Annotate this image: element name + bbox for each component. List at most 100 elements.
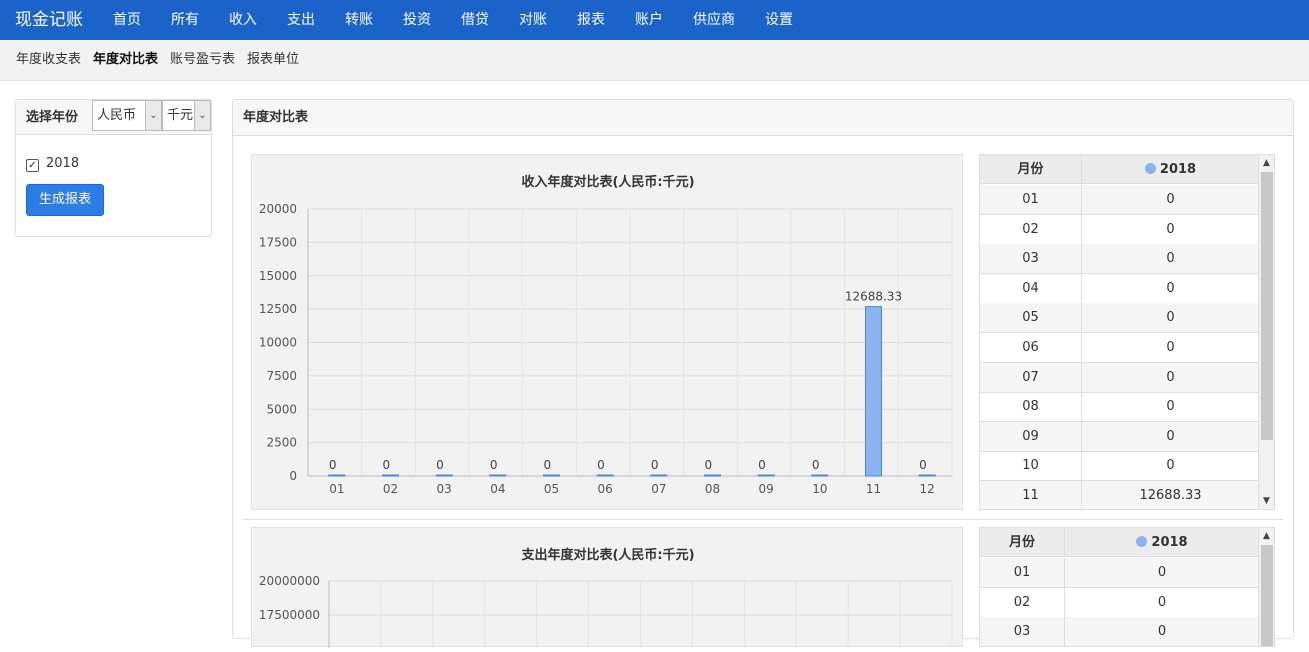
- bar-05[interactable]: [543, 474, 560, 477]
- expense-chart-title: 支出年度对比表(人民币:千元): [520, 547, 694, 563]
- x-tick-label: 02: [383, 482, 398, 496]
- bar-09[interactable]: [757, 474, 775, 477]
- nav-all[interactable]: 所有: [171, 0, 199, 40]
- bar-01[interactable]: [328, 474, 346, 477]
- table-row: 05 0: [980, 303, 1259, 334]
- nav-income[interactable]: 收入: [229, 0, 257, 40]
- subnav-annual-income-expense[interactable]: 年度收支表: [16, 40, 81, 80]
- year-checkbox-label: 2018: [46, 156, 80, 171]
- data-label: 0: [490, 458, 498, 472]
- scroll-up-icon[interactable]: ▲: [1259, 528, 1274, 544]
- generate-report-button[interactable]: 生成报表: [26, 184, 104, 216]
- x-tick-label: 04: [490, 482, 505, 496]
- table-row: 02 0: [980, 587, 1259, 618]
- nav-home[interactable]: 首页: [113, 0, 141, 40]
- subnav-account-profit-loss[interactable]: 账号盈亏表: [170, 40, 235, 80]
- data-label: 0: [812, 458, 820, 472]
- scroll-up-icon[interactable]: ▲: [1259, 155, 1274, 171]
- value-cell: 0: [1166, 458, 1175, 474]
- x-tick-label: 03: [437, 482, 452, 496]
- x-tick-label: 05: [544, 482, 559, 496]
- panel-title: 年度对比表: [243, 110, 309, 125]
- bar-06[interactable]: [596, 474, 614, 477]
- col-month-header: 月份: [980, 155, 1082, 183]
- brand-logo[interactable]: 现金记账: [15, 0, 83, 40]
- month-cell: 11: [980, 481, 1082, 509]
- table-row: 11 12688.33: [980, 481, 1259, 509]
- x-tick-label: 10: [812, 482, 827, 496]
- month-cell: 09: [980, 421, 1082, 451]
- chevron-down-icon: ⌄: [145, 101, 161, 130]
- income-data-table: 月份 2018 01 0 02 0 03 0 04 0 05 0 06 0 07 0 08 0 09 0 10 0 11…: [979, 154, 1275, 510]
- y-tick-label: 17500: [259, 235, 297, 249]
- subnav-report-unit[interactable]: 报表单位: [247, 40, 299, 80]
- month-cell: 04: [980, 273, 1082, 303]
- value-cell: 0: [1166, 310, 1175, 326]
- bar-02[interactable]: [382, 474, 399, 477]
- data-label: 0: [544, 458, 552, 472]
- nav-expense[interactable]: 支出: [287, 0, 315, 40]
- nav-settings[interactable]: 设置: [765, 0, 793, 40]
- value-cell: 0: [1157, 594, 1167, 610]
- table-scrollbar[interactable]: ▲ ▼: [1258, 155, 1274, 509]
- bar-11[interactable]: [865, 306, 882, 477]
- month-cell: 05: [980, 303, 1082, 333]
- nav-reports[interactable]: 报表: [577, 0, 605, 40]
- month-cell: 03: [980, 244, 1082, 274]
- value-cell: 0: [1166, 428, 1175, 444]
- scroll-thumb[interactable]: [1261, 172, 1273, 440]
- table-header: 月份 2018: [980, 155, 1259, 184]
- value-cell: 0: [1166, 369, 1175, 385]
- data-label: 0: [705, 458, 713, 472]
- value-cell: 0: [1166, 340, 1175, 355]
- table-row: 01 0: [980, 185, 1259, 215]
- bar-07[interactable]: [650, 474, 668, 477]
- series-name: 2018: [1159, 162, 1197, 177]
- year-checkbox[interactable]: ✓: [26, 159, 39, 172]
- income-chart: 收入年度对比表(人民币:千元) 20000 17500 15000 12500 1000…: [251, 154, 963, 510]
- value-cell: 0: [1166, 251, 1175, 267]
- table-row: 06 0: [980, 333, 1259, 363]
- nav-reconcile[interactable]: 对账: [519, 0, 547, 40]
- nav-invest[interactable]: 投资: [403, 0, 431, 40]
- col-month-header: 月份: [980, 528, 1065, 556]
- currency-value: 人民币: [97, 108, 137, 123]
- nav-transfer[interactable]: 转账: [345, 0, 373, 40]
- value-cell: 12688.33: [1139, 488, 1202, 503]
- data-label: 0: [758, 458, 766, 472]
- month-cell: 10: [980, 451, 1082, 481]
- x-tick-label: 07: [651, 482, 666, 496]
- y-tick-label: 12500: [259, 302, 297, 316]
- select-year-label: 选择年份: [26, 110, 79, 125]
- nav-loan[interactable]: 借贷: [461, 0, 489, 40]
- table-header: 月份 2018: [980, 528, 1259, 557]
- bar-08[interactable]: [704, 474, 721, 477]
- nav-accounts[interactable]: 账户: [635, 0, 663, 40]
- expense-chart-svg: 支出年度对比表(人民币:千元) 20000000 17500000: [259, 547, 953, 648]
- bar-04[interactable]: [489, 474, 507, 477]
- series-legend-dot: [1136, 536, 1148, 547]
- table-row: 03 0: [980, 244, 1259, 275]
- col-series-header: 2018: [1065, 528, 1259, 556]
- scroll-thumb[interactable]: [1261, 545, 1273, 646]
- col-series-header: 2018: [1082, 155, 1259, 183]
- table-row: 04 0: [980, 273, 1259, 304]
- table-scrollbar[interactable]: ▲: [1258, 528, 1274, 646]
- subnav-annual-comparison[interactable]: 年度对比表: [93, 40, 158, 80]
- bar-03[interactable]: [435, 474, 453, 477]
- data-label: 0: [436, 458, 444, 472]
- bar-12[interactable]: [918, 474, 936, 477]
- unit-select[interactable]: 千元 ⌄: [162, 100, 211, 131]
- scroll-down-icon[interactable]: ▼: [1259, 493, 1274, 509]
- x-tick-label: 12: [920, 482, 935, 496]
- data-label: 12688.33: [845, 290, 902, 304]
- currency-select[interactable]: 人民币 ⌄: [92, 100, 162, 131]
- year-selection-panel: 选择年份 人民币 ⌄ 千元 ⌄ ✓ 2018 生成报表: [15, 99, 212, 237]
- bar-10[interactable]: [811, 474, 829, 477]
- value-cell: 0: [1166, 221, 1175, 237]
- month-cell: 01: [980, 185, 1082, 214]
- value-cell: 0: [1166, 192, 1175, 207]
- x-tick-label: 06: [598, 482, 613, 496]
- y-tick-label: 5000: [266, 402, 297, 416]
- nav-suppliers[interactable]: 供应商: [693, 0, 735, 40]
